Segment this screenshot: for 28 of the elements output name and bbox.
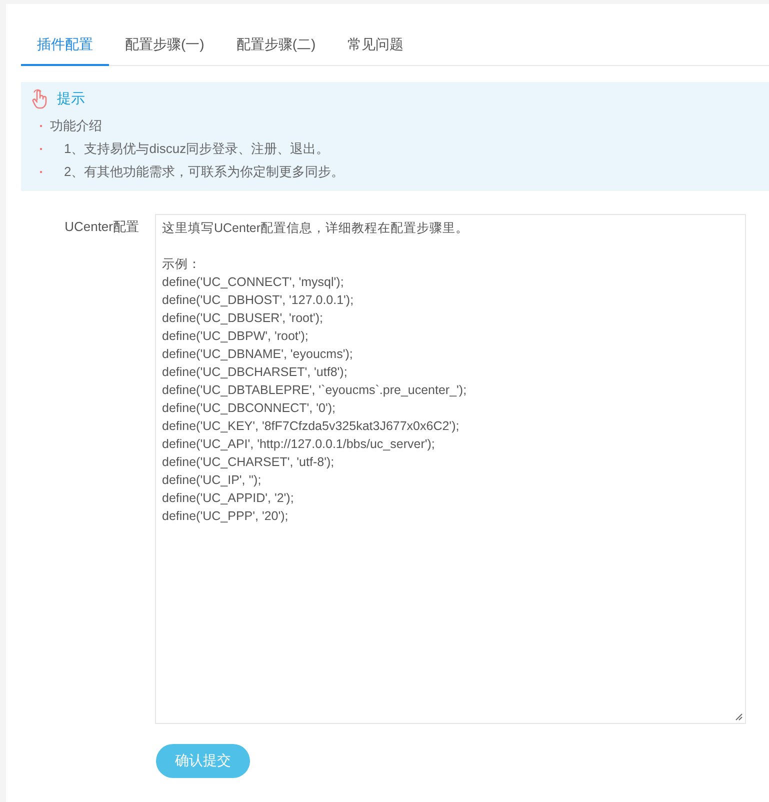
textarea-line: 这里填写UCenter配置信息，详细教程在配置步骤里。	[162, 220, 469, 237]
textarea-line: define('UC_DBUSER', 'root');	[162, 310, 323, 327]
textarea-line: define('UC_API', 'http://127.0.0.1/bbs/uc_server');	[162, 436, 435, 453]
textarea-line: define('UC_CHARSET', 'utf-8');	[162, 454, 334, 471]
textarea-line: define('UC_DBPW', 'root');	[162, 328, 308, 345]
tab[interactable]: 配置步骤(一)	[109, 30, 220, 66]
tab[interactable]: 常见问题	[332, 30, 420, 66]
tab[interactable]: 配置步骤(二)	[220, 30, 332, 66]
field-label: UCenter配置	[64, 218, 139, 236]
hand-pointer-icon	[31, 89, 49, 109]
tab[interactable]: 插件配置	[21, 30, 109, 66]
tip-title: 提示	[57, 90, 85, 108]
tip-text: 1、支持易优与discuz同步登录、注册、退出。	[63, 140, 330, 158]
textarea-line: 示例：	[162, 256, 201, 273]
textarea-line: define('UC_PPP', '20');	[162, 508, 288, 525]
config-textarea[interactable]	[155, 214, 746, 724]
textarea-line: define('UC_DBNAME', 'eyoucms');	[162, 346, 353, 363]
tip-text: 功能介绍	[50, 116, 102, 134]
textarea-line: define('UC_DBHOST', '127.0.0.1');	[162, 292, 354, 309]
textarea-line: define('UC_KEY', '8fF7Cfzda5v325kat3J677x0x6C2');	[162, 418, 460, 435]
textarea-line: define('UC_APPID', '2');	[162, 490, 294, 507]
tip-text: 2、有其他功能需求，可联系为你定制更多同步。	[63, 162, 344, 180]
resize-handle-icon[interactable]	[735, 713, 743, 721]
textarea-line: define('UC_IP', '');	[162, 472, 262, 489]
textarea-line: define('UC_DBCHARSET', 'utf8');	[162, 364, 348, 381]
textarea-line: define('UC_CONNECT', 'mysql');	[162, 274, 344, 291]
textarea-line: define('UC_DBTABLEPRE', '`eyoucms`.pre_ucenter_');	[162, 382, 467, 399]
textarea-line: define('UC_DBCONNECT', '0');	[162, 400, 336, 417]
